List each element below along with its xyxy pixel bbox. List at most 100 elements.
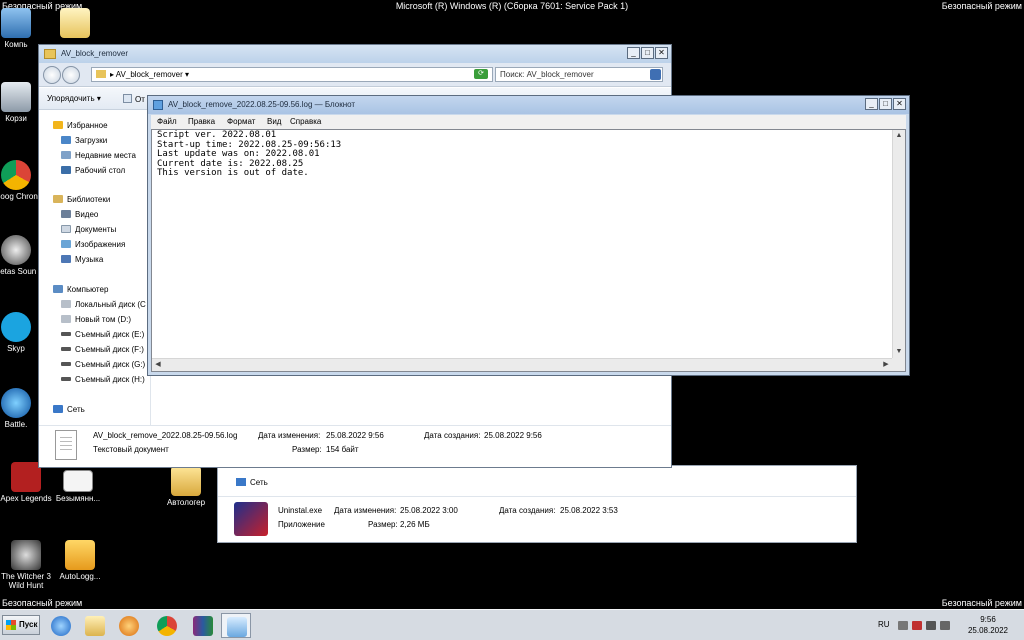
- desktop-icon-autologger[interactable]: AutoLogg...: [48, 540, 112, 581]
- tray-arrow-icon[interactable]: [898, 621, 908, 630]
- nav-item-recent[interactable]: Недавние места: [39, 149, 150, 163]
- vertical-scrollbar[interactable]: ▲ ▼: [892, 130, 905, 358]
- nav-item-local-disk-c[interactable]: Локальный диск (C: [39, 298, 150, 312]
- address-field[interactable]: ▸ AV_block_remover ▾: [91, 67, 493, 82]
- detail-size-label: Размер:: [292, 445, 322, 454]
- notepad-titlebar[interactable]: AV_block_remove_2022.08.25-09.56.log — Б…: [148, 96, 909, 114]
- start-button[interactable]: Пуск: [2, 615, 40, 635]
- size-grip[interactable]: [892, 358, 905, 371]
- search-icon[interactable]: [650, 69, 661, 80]
- detail-created-label: Дата создания:: [424, 431, 481, 440]
- scroll-right-arrow[interactable]: ▶: [880, 359, 892, 371]
- taskbar-chrome[interactable]: [152, 613, 182, 638]
- nav-item-favorites[interactable]: Избранное: [39, 119, 150, 133]
- computer-icon: [53, 285, 63, 293]
- nav-item-removable-h[interactable]: Съемный диск (H:): [39, 373, 150, 387]
- network-icon: [236, 478, 246, 486]
- nav-item-images[interactable]: Изображения: [39, 238, 150, 252]
- nav-item-libraries[interactable]: Библиотеки: [39, 193, 150, 207]
- open-button[interactable]: От: [123, 94, 145, 104]
- nav-item-removable-f[interactable]: Съемный диск (F:): [39, 343, 150, 357]
- desktop-icon-untitled[interactable]: Безымянн...: [46, 470, 110, 503]
- detail-modified-label: Дата изменения:: [258, 431, 321, 440]
- desktop-icon-computer[interactable]: Компь: [0, 8, 48, 49]
- nav-item-music[interactable]: Музыка: [39, 253, 150, 267]
- minimize-button[interactable]: _: [627, 47, 640, 59]
- os-build-label: Microsoft (R) Windows (R) (Сборка 7601: …: [395, 1, 629, 11]
- text-line: This version is out of date.: [157, 168, 309, 178]
- nav-item-computer[interactable]: Компьютер: [39, 283, 150, 297]
- scroll-down-arrow[interactable]: ▼: [893, 346, 905, 358]
- star-icon: [53, 121, 63, 129]
- maximize-button[interactable]: □: [879, 98, 892, 110]
- refresh-button[interactable]: ⟳: [474, 69, 488, 79]
- audio-app-icon: [1, 235, 31, 265]
- text-document-icon: [55, 430, 77, 460]
- minimize-button[interactable]: _: [865, 98, 878, 110]
- desktop-icon-folder[interactable]: [50, 8, 100, 40]
- winrar-icon: [193, 616, 213, 636]
- taskbar-ie[interactable]: [46, 613, 76, 638]
- close-button[interactable]: ✕: [893, 98, 906, 110]
- detail-created-value: 25.08.2022 3:53: [560, 506, 618, 515]
- safe-mode-label-bottom-right: Безопасный режим: [941, 598, 1022, 608]
- detail-modified-value: 25.08.2022 9:56: [326, 431, 384, 440]
- battlenet-icon: [1, 388, 31, 418]
- menu-help[interactable]: Справка: [290, 117, 321, 126]
- scroll-left-arrow[interactable]: ◀: [152, 359, 164, 371]
- language-indicator[interactable]: RU: [878, 620, 890, 629]
- video-icon: [61, 210, 71, 218]
- organize-button[interactable]: Упорядочить ▾: [47, 94, 101, 103]
- nav-item-video[interactable]: Видео: [39, 208, 150, 222]
- notepad-icon: [227, 617, 247, 637]
- taskbar: Пуск RU 9:56 25.08.2022: [0, 609, 1024, 640]
- taskbar-explorer[interactable]: [80, 613, 110, 638]
- notepad-text-area[interactable]: Script ver. 2022.08.01 Start-up time: 202…: [151, 129, 906, 372]
- nav-item-network[interactable]: Сеть: [39, 403, 150, 417]
- notepad-icon: [153, 100, 163, 110]
- back-button[interactable]: [43, 66, 61, 84]
- folder-icon: [60, 8, 90, 38]
- close-button[interactable]: ✕: [655, 47, 668, 59]
- maximize-button[interactable]: □: [641, 47, 654, 59]
- explorer-titlebar[interactable]: AV_block_remover _ □ ✕: [39, 45, 671, 63]
- nav-item-downloads[interactable]: Загрузки: [39, 134, 150, 148]
- taskbar-media-player[interactable]: [114, 613, 144, 638]
- nav-item-removable-g[interactable]: Съемный диск (G:): [39, 358, 150, 372]
- music-icon: [61, 255, 71, 263]
- clock[interactable]: 9:56 25.08.2022: [958, 614, 1018, 636]
- menu-format[interactable]: Формат: [227, 117, 255, 126]
- forward-button[interactable]: [62, 66, 80, 84]
- clock-date: 25.08.2022: [967, 626, 1009, 635]
- taskbar-winrar[interactable]: [188, 613, 218, 638]
- desktop-icon-autologger-folder[interactable]: Автологер: [154, 466, 218, 507]
- safe-mode-label-bottom-left: Безопасный режим: [2, 598, 83, 608]
- recent-places-icon: [61, 151, 71, 159]
- notepad-window[interactable]: AV_block_remove_2022.08.25-09.56.log — Б…: [147, 95, 910, 376]
- removable-drive-icon: [61, 377, 71, 381]
- downloads-icon: [61, 136, 71, 144]
- menu-file[interactable]: Файл: [157, 117, 177, 126]
- search-input[interactable]: Поиск: AV_block_remover: [495, 67, 663, 82]
- horizontal-scrollbar[interactable]: ◀ ▶: [152, 358, 892, 371]
- nav-item-new-volume-d[interactable]: Новый том (D:): [39, 313, 150, 327]
- tray-app-icon[interactable]: [912, 621, 922, 630]
- nav-item-desktop[interactable]: Рабочий стол: [39, 164, 150, 178]
- network-status-icon[interactable]: [926, 621, 936, 630]
- details-pane: AV_block_remove_2022.08.25-09.56.log Тек…: [39, 425, 671, 467]
- nav-item-documents[interactable]: Документы: [39, 223, 150, 237]
- monitor-icon: [63, 470, 93, 492]
- explorer-window-background[interactable]: Сеть Uninstal.exe Приложение Дата измене…: [217, 465, 857, 543]
- address-bar-row: ▸ AV_block_remover ▾ ⟳ Поиск: AV_block_r…: [39, 63, 671, 87]
- detail-created-value: 25.08.2022 9:56: [484, 431, 542, 440]
- clock-time: 9:56: [980, 615, 996, 624]
- scroll-up-arrow[interactable]: ▲: [893, 130, 905, 142]
- nav-item-removable-e[interactable]: Съемный диск (E:): [39, 328, 150, 342]
- nav-item-network[interactable]: Сеть: [236, 478, 268, 487]
- taskbar-notepad[interactable]: [221, 613, 251, 638]
- volume-icon[interactable]: [940, 621, 950, 630]
- notepad-menu-bar: Файл Правка Формат Вид Справка: [151, 115, 906, 129]
- detail-file-type: Текстовый документ: [93, 445, 169, 454]
- menu-edit[interactable]: Правка: [188, 117, 215, 126]
- menu-view[interactable]: Вид: [267, 117, 281, 126]
